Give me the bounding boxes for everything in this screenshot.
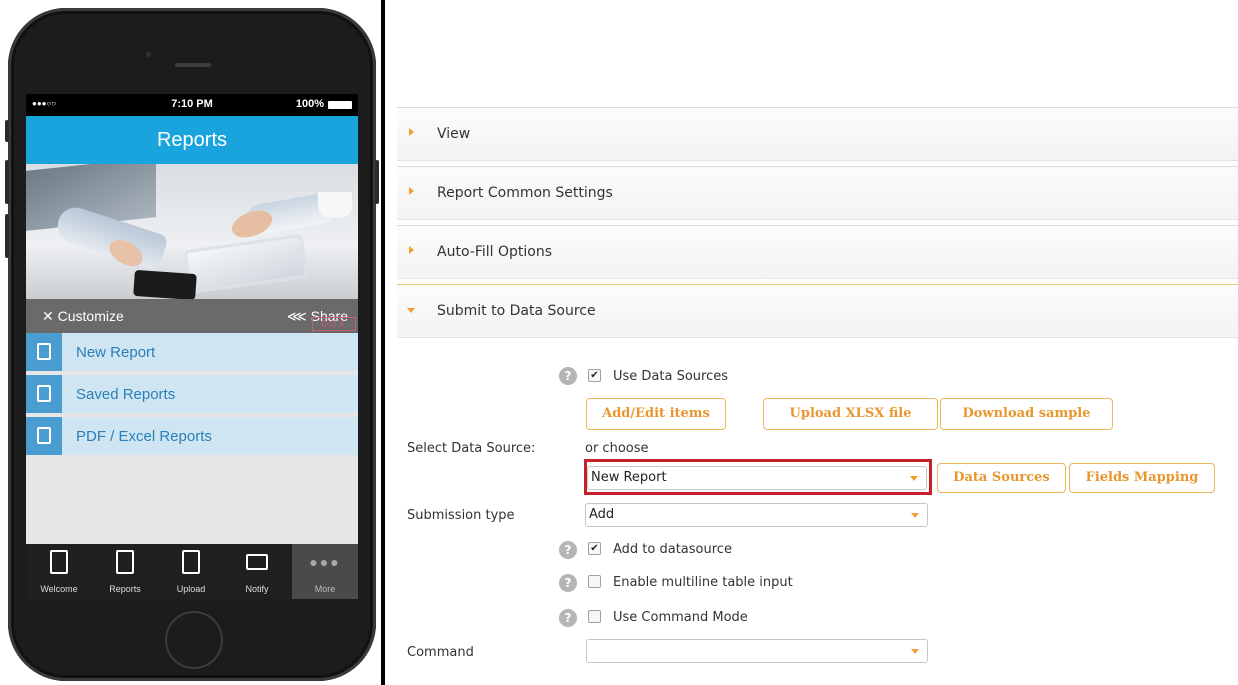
settings-panel: View Report Common Settings Auto-Fill Op… xyxy=(385,0,1238,685)
select-value: New Report xyxy=(591,470,667,485)
tab-label: Upload xyxy=(176,584,206,594)
command-label: Command xyxy=(407,645,474,660)
export-icon xyxy=(26,417,62,455)
menu-item-pdf-excel[interactable]: PDF / Excel Reports xyxy=(26,417,358,457)
menu-item-saved-reports[interactable]: Saved Reports xyxy=(26,375,358,415)
command-select[interactable] xyxy=(586,639,928,663)
ad-close-icon[interactable]: DOX xyxy=(312,317,356,331)
or-choose-label: or choose xyxy=(585,441,649,456)
new-document-icon xyxy=(26,333,62,371)
camera xyxy=(146,52,151,57)
chevron-down-icon xyxy=(910,476,918,481)
menu-item-label: Saved Reports xyxy=(76,386,176,403)
tab-welcome[interactable]: Welcome xyxy=(26,544,92,599)
section-auto-fill-options[interactable]: Auto-Fill Options xyxy=(397,225,1238,279)
phone-icon xyxy=(50,550,68,574)
chevron-down-icon xyxy=(911,513,919,518)
section-submit-to-data-source[interactable]: Submit to Data Source xyxy=(397,284,1238,338)
caret-right-icon xyxy=(409,246,414,254)
submission-type-label: Submission type xyxy=(407,508,515,523)
command-mode-checkbox[interactable] xyxy=(588,610,601,623)
add-to-datasource-label: Add to datasource xyxy=(613,542,732,557)
volume-up-button xyxy=(5,160,9,204)
download-sample-button[interactable]: Download sample xyxy=(940,398,1113,430)
phone-screen: ●●●○○ 7:10 PM 100% Reports ✕ Customize ⋘… xyxy=(26,94,358,599)
speaker xyxy=(175,63,211,67)
help-icon[interactable]: ? xyxy=(559,541,577,559)
help-icon[interactable]: ? xyxy=(559,609,577,627)
caret-right-icon xyxy=(409,128,414,136)
tab-label: Welcome xyxy=(40,584,78,594)
fields-mapping-button[interactable]: Fields Mapping xyxy=(1069,463,1215,493)
tab-upload[interactable]: Upload xyxy=(158,544,224,599)
use-data-sources-checkbox[interactable]: ✔ xyxy=(588,369,601,382)
battery-percent: 100% xyxy=(295,98,324,110)
section-view[interactable]: View xyxy=(397,107,1238,161)
customize-bar: ✕ Customize ⋘ Share DOX xyxy=(26,299,358,333)
section-title: Report Common Settings xyxy=(437,185,613,201)
tab-reports[interactable]: Reports xyxy=(92,544,158,599)
menu-item-label: PDF / Excel Reports xyxy=(76,428,212,445)
caret-down-icon xyxy=(407,308,415,313)
section-title: Auto-Fill Options xyxy=(437,244,552,260)
tab-label: Reports xyxy=(109,584,141,594)
section-report-common-settings[interactable]: Report Common Settings xyxy=(397,166,1238,220)
customize-button[interactable]: ✕ Customize xyxy=(42,308,124,325)
menu-item-label: New Report xyxy=(76,344,156,361)
hero-image xyxy=(26,164,358,299)
section-title: Submit to Data Source xyxy=(437,303,596,319)
submission-type-select[interactable]: Add xyxy=(585,503,928,527)
battery-icon xyxy=(328,101,352,109)
home-button[interactable] xyxy=(165,611,223,669)
menu-item-new-report[interactable]: New Report xyxy=(26,333,358,373)
app-title: Reports xyxy=(26,116,358,164)
phone-mockup: ●●●○○ 7:10 PM 100% Reports ✕ Customize ⋘… xyxy=(5,8,379,681)
help-icon[interactable]: ? xyxy=(559,367,577,385)
help-icon[interactable]: ? xyxy=(559,574,577,592)
mute-switch xyxy=(5,120,9,142)
document-list-icon xyxy=(26,375,62,413)
upload-xlsx-button[interactable]: Upload XLSX file xyxy=(763,398,938,430)
section-title: View xyxy=(437,126,471,142)
caret-right-icon xyxy=(409,187,414,195)
add-edit-items-button[interactable]: Add/Edit items xyxy=(586,398,726,430)
more-dots-icon: ●●● xyxy=(309,554,341,570)
volume-down-button xyxy=(5,214,9,258)
tab-bar: Welcome Reports Upload Notify ●●● More xyxy=(26,544,358,599)
tab-label: More xyxy=(314,584,336,594)
data-source-select[interactable]: New Report xyxy=(587,466,927,490)
add-to-datasource-checkbox[interactable]: ✔ xyxy=(588,542,601,555)
tab-more[interactable]: ●●● More xyxy=(292,544,358,599)
pdf-icon xyxy=(182,550,200,574)
status-bar: ●●●○○ 7:10 PM 100% xyxy=(26,94,358,116)
power-button xyxy=(375,160,379,204)
select-value: Add xyxy=(589,507,615,522)
tab-notify[interactable]: Notify xyxy=(224,544,290,599)
data-sources-button[interactable]: Data Sources xyxy=(937,463,1066,493)
command-mode-label: Use Command Mode xyxy=(613,610,748,625)
multiline-checkbox[interactable] xyxy=(588,575,601,588)
select-data-source-label: Select Data Source: xyxy=(407,441,536,456)
folder-icon xyxy=(246,554,268,570)
chevron-down-icon xyxy=(911,649,919,654)
tab-label: Notify xyxy=(245,584,269,594)
use-data-sources-label: Use Data Sources xyxy=(613,369,729,384)
documents-icon xyxy=(116,550,134,574)
multiline-label: Enable multiline table input xyxy=(613,575,793,590)
